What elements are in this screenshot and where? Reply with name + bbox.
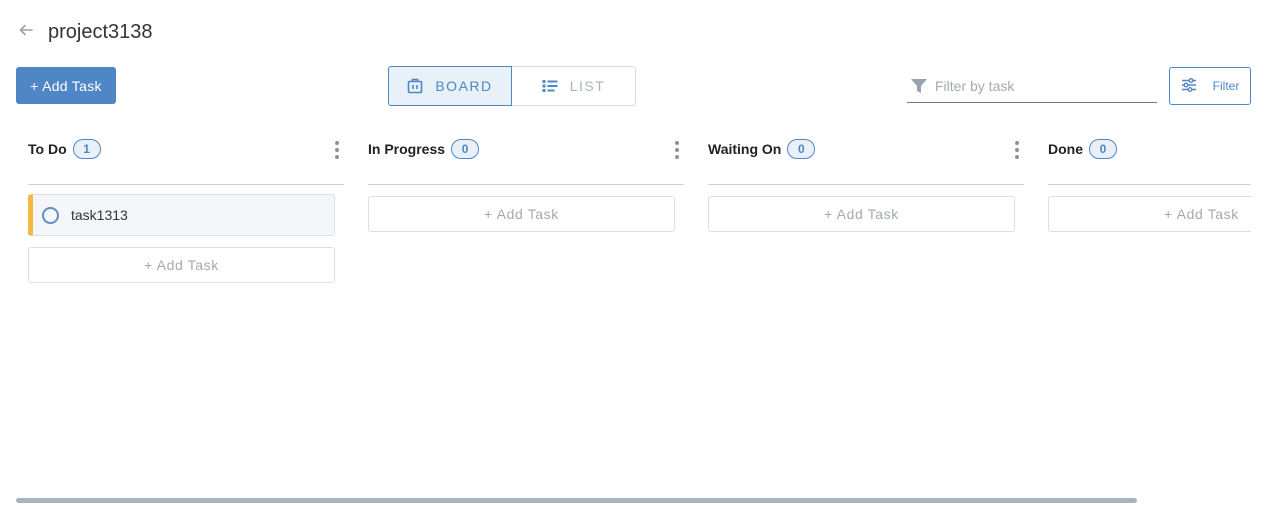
column-count-badge: 0 bbox=[787, 139, 816, 159]
column-header: To Do 1 bbox=[28, 130, 344, 168]
column-menu-icon[interactable] bbox=[672, 141, 682, 159]
column-waiting-on: Waiting On 0 + Add Task bbox=[708, 130, 1024, 232]
list-view-button[interactable]: LIST bbox=[512, 66, 636, 106]
task-name: task1313 bbox=[71, 207, 128, 223]
column-header: In Progress 0 bbox=[368, 130, 684, 168]
column-count-badge: 0 bbox=[1089, 139, 1117, 159]
column-title: Done bbox=[1048, 141, 1083, 157]
view-toggle: BOARD LIST bbox=[388, 66, 636, 106]
board-view-label: BOARD bbox=[435, 78, 493, 94]
add-task-button[interactable]: + Add Task bbox=[16, 67, 116, 104]
column-header: Waiting On 0 bbox=[708, 130, 1024, 168]
column-header: Done 0 bbox=[1048, 130, 1251, 168]
column-add-task-button[interactable]: + Add Task bbox=[28, 247, 335, 283]
column-title: Waiting On bbox=[708, 141, 782, 157]
list-icon bbox=[542, 79, 558, 93]
board-icon bbox=[407, 78, 423, 94]
sliders-icon bbox=[1181, 77, 1197, 95]
column-menu-icon[interactable] bbox=[332, 141, 342, 159]
column-divider bbox=[1048, 184, 1251, 185]
list-view-label: LIST bbox=[569, 78, 606, 94]
funnel-icon bbox=[909, 76, 929, 96]
back-button[interactable] bbox=[16, 22, 36, 42]
column-add-task-button[interactable]: + Add Task bbox=[368, 196, 675, 232]
filter-task-input[interactable] bbox=[935, 78, 1145, 94]
task-complete-circle-icon[interactable] bbox=[42, 206, 59, 224]
arrow-left-icon bbox=[19, 23, 33, 41]
column-title: To Do bbox=[28, 141, 67, 157]
page-title: project3138 bbox=[48, 20, 153, 43]
page-header: project3138 bbox=[16, 18, 153, 46]
column-count-badge: 0 bbox=[451, 139, 480, 159]
column-in-progress: In Progress 0 + Add Task bbox=[368, 130, 684, 232]
task-card[interactable]: task1313 bbox=[28, 194, 335, 236]
kanban-board: To Do 1 task1313 + Add Task In Progress … bbox=[28, 130, 1251, 490]
filter-button-label: Filter bbox=[1212, 79, 1240, 93]
column-to-do: To Do 1 task1313 + Add Task bbox=[28, 130, 344, 283]
column-divider bbox=[368, 184, 684, 185]
column-divider bbox=[708, 184, 1024, 185]
column-add-task-button[interactable]: + Add Task bbox=[708, 196, 1015, 232]
column-done: Done 0 + Add Task bbox=[1048, 130, 1251, 232]
column-menu-icon[interactable] bbox=[1012, 141, 1022, 159]
filter-field bbox=[907, 70, 1157, 103]
column-divider bbox=[28, 184, 344, 185]
filter-button[interactable]: Filter bbox=[1169, 67, 1251, 105]
column-add-task-button[interactable]: + Add Task bbox=[1048, 196, 1251, 232]
board-view-button[interactable]: BOARD bbox=[388, 66, 512, 106]
column-count-badge: 1 bbox=[72, 139, 101, 159]
horizontal-scrollbar[interactable] bbox=[16, 498, 1137, 503]
column-title: In Progress bbox=[368, 141, 446, 157]
